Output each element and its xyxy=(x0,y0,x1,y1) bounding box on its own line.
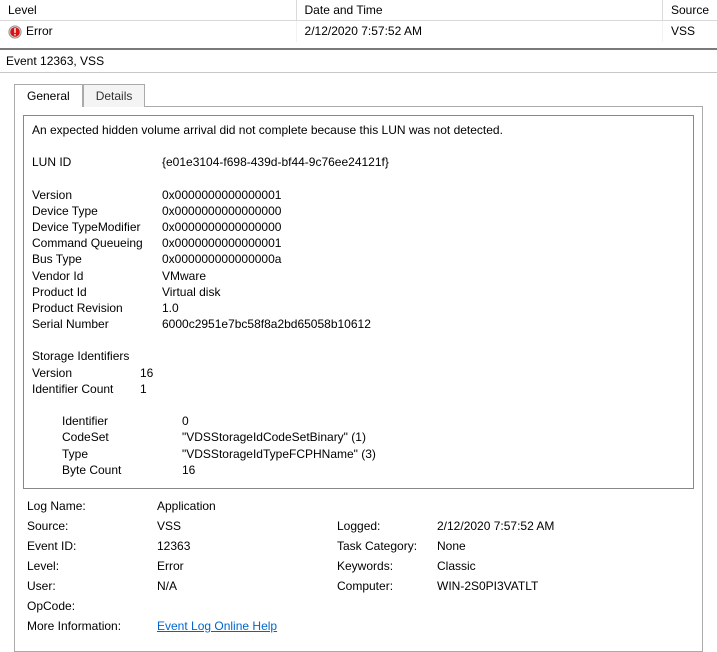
value-device-type: 0x0000000000000000 xyxy=(162,204,281,218)
row-level: Error xyxy=(26,24,53,38)
value-log-name: Application xyxy=(157,499,337,513)
label-byte-count: Byte Count xyxy=(62,462,182,478)
value-product-revision: 1.0 xyxy=(162,301,179,315)
tab-general[interactable]: General xyxy=(14,84,83,107)
value-event-id: 12363 xyxy=(157,539,337,553)
value-vendor-id: VMware xyxy=(162,269,206,283)
label-identifier: Identifier xyxy=(62,413,182,429)
link-event-log-online-help[interactable]: Event Log Online Help xyxy=(157,619,277,633)
label-storage-identifiers: Storage Identifiers xyxy=(32,348,685,364)
value-source: VSS xyxy=(157,519,337,533)
value-logged: 2/12/2020 7:57:52 AM xyxy=(437,519,690,533)
value-serial-number: 6000c2951e7bc58f8a2bd65058b10612 xyxy=(162,317,371,331)
label-product-revision: Product Revision xyxy=(32,300,162,316)
label-keywords: Keywords: xyxy=(337,559,437,573)
label-identifier-count: Identifier Count xyxy=(32,381,140,397)
label-level: Level: xyxy=(27,559,157,573)
label-serial-number: Serial Number xyxy=(32,316,162,332)
col-header-level[interactable]: Level xyxy=(0,0,296,21)
event-summary: An expected hidden volume arrival did no… xyxy=(32,122,685,138)
value-task-category: None xyxy=(437,539,690,553)
label-more-info: More Information: xyxy=(27,619,157,633)
label-device-type-modifier: Device TypeModifier xyxy=(32,219,162,235)
label-event-id: Event ID: xyxy=(27,539,157,553)
tab-panel: An expected hidden volume arrival did no… xyxy=(14,106,703,652)
event-meta: Log Name: Application Source: VSS Logged… xyxy=(23,489,694,643)
value-lun-id: {e01e3104-f698-439d-bf44-9c76ee24121f} xyxy=(162,155,389,169)
row-source: VSS xyxy=(662,21,717,42)
value-bus-type: 0x000000000000000a xyxy=(162,252,281,266)
tab-strip: GeneralDetails xyxy=(0,73,717,106)
label-log-name: Log Name: xyxy=(27,499,157,513)
label-task-category: Task Category: xyxy=(337,539,437,553)
label-codeset: CodeSet xyxy=(62,429,182,445)
value-computer: WIN-2S0PI3VATLT xyxy=(437,579,690,593)
value-command-queueing: 0x0000000000000001 xyxy=(162,236,281,250)
value-type: "VDSStorageIdTypeFCPHName" (3) xyxy=(182,447,376,461)
row-datetime: 2/12/2020 7:57:52 AM xyxy=(296,21,662,42)
col-header-datetime[interactable]: Date and Time xyxy=(296,0,662,21)
label-user: User: xyxy=(27,579,157,593)
event-title: Event 12363, VSS xyxy=(0,48,717,73)
value-product-id: Virtual disk xyxy=(162,285,220,299)
label-si-version: Version xyxy=(32,365,140,381)
label-command-queueing: Command Queueing xyxy=(32,235,162,251)
col-header-source[interactable]: Source xyxy=(662,0,717,21)
value-level: Error xyxy=(157,559,337,573)
value-identifier-count: 1 xyxy=(140,382,147,396)
value-user: N/A xyxy=(157,579,337,593)
value-device-type-modifier: 0x0000000000000000 xyxy=(162,220,281,234)
label-version: Version xyxy=(32,187,162,203)
label-logged: Logged: xyxy=(337,519,437,533)
value-codeset: "VDSStorageIdCodeSetBinary" (1) xyxy=(182,430,366,444)
label-device-type: Device Type xyxy=(32,203,162,219)
label-bus-type: Bus Type xyxy=(32,251,162,267)
label-type: Type xyxy=(62,446,182,462)
value-byte-count: 16 xyxy=(182,463,195,477)
label-lun-id: LUN ID xyxy=(32,154,162,170)
label-vendor-id: Vendor Id xyxy=(32,268,162,284)
events-grid: Level Date and Time Source Error 2/12/20… xyxy=(0,0,717,42)
error-icon xyxy=(8,25,22,39)
label-computer: Computer: xyxy=(337,579,437,593)
event-description-box[interactable]: An expected hidden volume arrival did no… xyxy=(23,115,694,489)
label-opcode: OpCode: xyxy=(27,599,157,613)
tab-details[interactable]: Details xyxy=(83,84,146,107)
value-si-version: 16 xyxy=(140,366,153,380)
value-opcode xyxy=(157,599,337,613)
label-source: Source: xyxy=(27,519,157,533)
table-row[interactable]: Error 2/12/2020 7:57:52 AM VSS xyxy=(0,21,717,42)
value-keywords: Classic xyxy=(437,559,690,573)
value-identifier: 0 xyxy=(182,414,189,428)
value-version: 0x0000000000000001 xyxy=(162,188,281,202)
label-product-id: Product Id xyxy=(32,284,162,300)
